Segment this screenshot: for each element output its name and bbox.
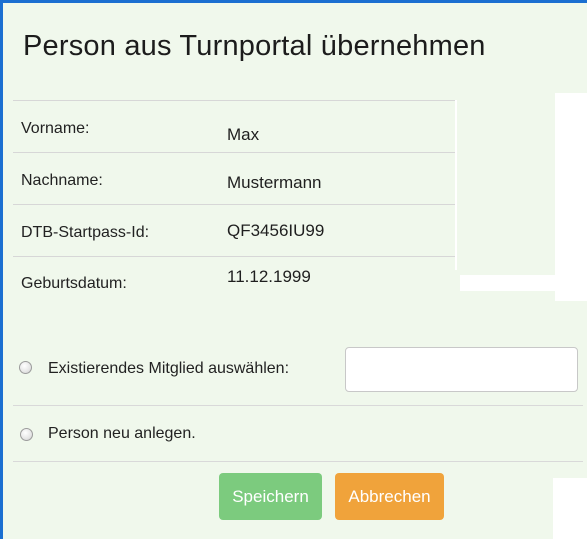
person-row-startpass: DTB-Startpass-Id: QF3456IU99 [13, 204, 455, 256]
lastname-value: Mustermann [227, 173, 322, 192]
startpass-label: DTB-Startpass-Id: [21, 224, 150, 241]
member-search-input[interactable] [345, 347, 578, 392]
lastname-label: Nachname: [21, 172, 103, 189]
divider [13, 405, 583, 406]
firstname-value: Max [227, 125, 260, 144]
right-panel-strip [460, 275, 555, 291]
person-row-lastname: Nachname: Mustermann [13, 152, 455, 204]
right-panel-strip [555, 93, 587, 301]
birthdate-label: Geburtsdatum: [21, 275, 127, 292]
dialog-title: Person aus Turnportal übernehmen [23, 30, 486, 62]
firstname-label: Vorname: [21, 120, 90, 137]
cancel-button[interactable]: Abbrechen [335, 473, 444, 520]
divider [13, 461, 583, 462]
startpass-value: QF3456IU99 [227, 221, 325, 240]
person-row-firstname: Vorname: Max [13, 100, 455, 152]
right-panel-strip [553, 478, 587, 539]
new-person-radio[interactable] [20, 428, 33, 441]
birthdate-value: 11.12.1999 [227, 267, 311, 286]
person-details-table: Vorname: Max Nachname: Mustermann DTB-St… [13, 100, 455, 308]
person-row-birthdate: Geburtsdatum: 11.12.1999 [13, 256, 455, 308]
right-panel-strip [455, 100, 457, 270]
new-person-label[interactable]: Person neu anlegen. [48, 425, 196, 443]
existing-member-radio[interactable] [19, 361, 32, 374]
save-button[interactable]: Speichern [219, 473, 322, 520]
existing-member-label[interactable]: Existierendes Mitglied auswählen: [48, 360, 289, 378]
